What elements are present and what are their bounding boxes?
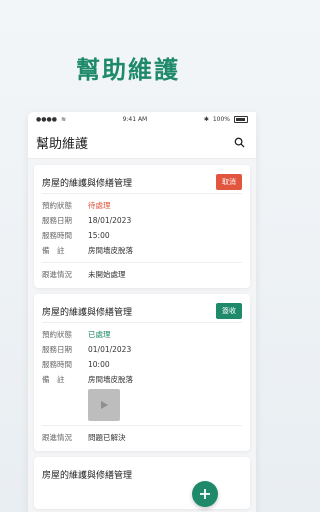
wifi-icon: ≋ xyxy=(60,115,66,123)
booking-card[interactable]: 房屋的維護與修繕管理 取消 預約狀態 待處理 服務日期 18/01/2023 服務時… xyxy=(34,165,250,288)
card-title: 房屋的維護與修繕管理 xyxy=(42,307,133,318)
time-value: 15:00 xyxy=(88,231,110,240)
status-value: 已處理 xyxy=(88,330,111,339)
hero-title: 幫助維護 xyxy=(76,56,180,84)
phone-frame: ●●●● ≋ 9:41 AM ✱ 100% 幫助維護 房屋的維護與修繕管理 取消… xyxy=(28,112,256,512)
time-value: 10:00 xyxy=(88,360,110,369)
add-button[interactable] xyxy=(192,481,218,507)
date-value: 18/01/2023 xyxy=(88,216,132,225)
card-title: 房屋的維護與修繕管理 xyxy=(42,178,133,189)
page-title: 幫助維護 xyxy=(36,136,89,152)
progress-value: 問題已解決 xyxy=(88,433,126,442)
status-label: 預約狀態 xyxy=(42,201,72,210)
battery-percent: 100% xyxy=(212,115,230,123)
date-label: 服務日期 xyxy=(42,216,72,225)
booking-card[interactable]: 房屋的維護與修繕管理 xyxy=(34,457,250,509)
time-label: 服務時間 xyxy=(42,360,72,369)
progress-label: 跟進情況 xyxy=(42,270,72,279)
status-bar: ●●●● ≋ 9:41 AM ✱ 100% xyxy=(28,112,256,126)
status-label: 預約狀態 xyxy=(42,330,72,339)
card-title: 房屋的維護與修繕管理 xyxy=(42,470,133,481)
note-label: 備 註 xyxy=(42,246,65,255)
bluetooth-icon: ✱ xyxy=(203,115,209,123)
status-value: 待處理 xyxy=(88,201,111,210)
note-value: 房間墻皮脫落 xyxy=(88,375,133,384)
app-header: 幫助維護 xyxy=(28,126,256,159)
status-time: 9:41 AM xyxy=(122,115,148,123)
progress-value: 未開始處理 xyxy=(88,270,126,279)
battery-icon xyxy=(234,115,248,123)
sign-button[interactable]: 簽收 xyxy=(216,303,242,319)
progress-label: 跟進情況 xyxy=(42,433,72,442)
signal-icon: ●●●● xyxy=(36,115,57,123)
cancel-button[interactable]: 取消 xyxy=(216,174,242,190)
date-value: 01/01/2023 xyxy=(88,345,132,354)
note-label: 備 註 xyxy=(42,375,65,384)
date-label: 服務日期 xyxy=(42,345,72,354)
note-value: 房間墻皮脫落 xyxy=(88,246,133,255)
time-label: 服務時間 xyxy=(42,231,72,240)
plus-icon xyxy=(200,489,210,499)
attachment-thumbnail[interactable] xyxy=(88,389,120,421)
search-icon[interactable] xyxy=(232,135,246,149)
play-icon xyxy=(101,401,108,409)
booking-card[interactable]: 房屋的維護與修繕管理 簽收 預約狀態 已處理 服務日期 01/01/2023 服務時… xyxy=(34,294,250,451)
